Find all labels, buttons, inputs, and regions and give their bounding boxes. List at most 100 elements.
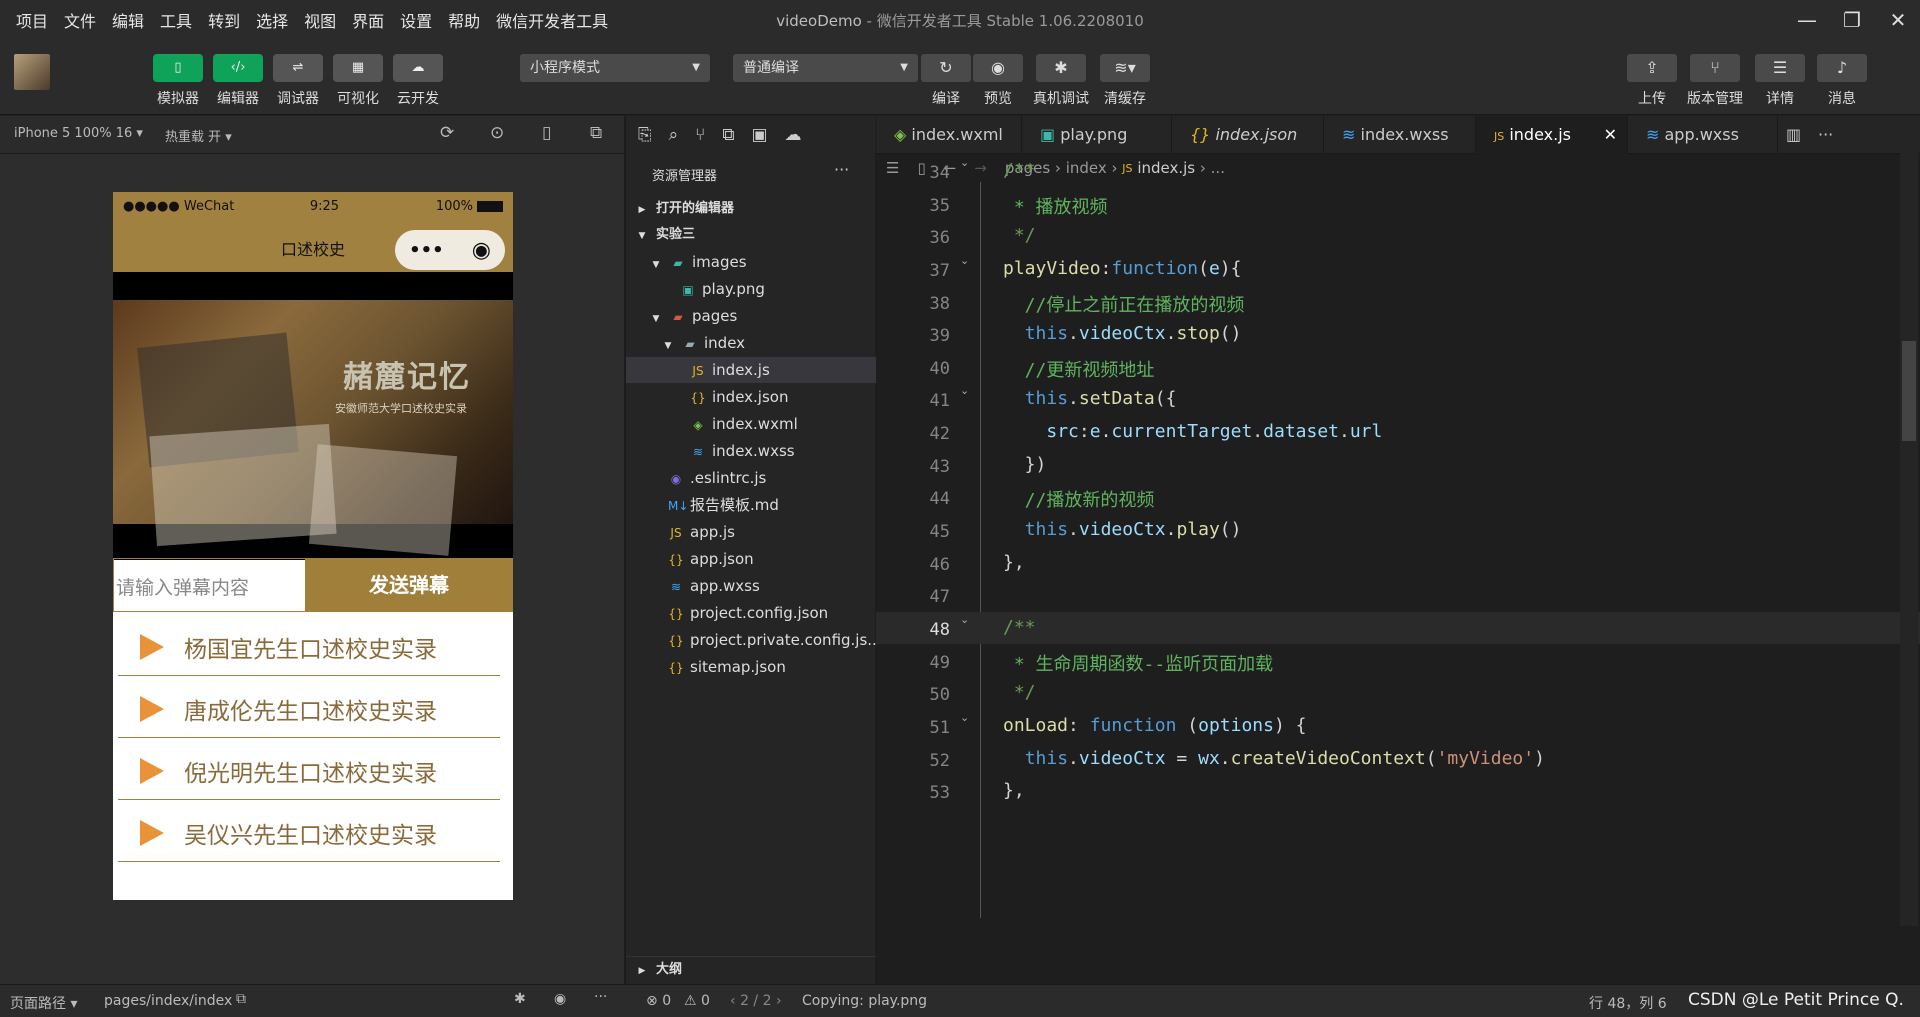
more-dots-icon[interactable]: •••: [409, 240, 444, 261]
forward-icon[interactable]: →: [974, 159, 987, 177]
tree-item-index-wxss[interactable]: ≋ index.wxss: [626, 438, 876, 464]
popout-icon[interactable]: ⧉: [590, 123, 602, 143]
debugger-button[interactable]: ⇌: [273, 54, 323, 82]
rotate-icon[interactable]: ⟳: [440, 123, 454, 143]
menu-select[interactable]: 选择: [256, 8, 288, 32]
project-section[interactable]: ▼ 实验三: [626, 222, 876, 248]
device-icon[interactable]: ▯: [542, 123, 551, 143]
tab-play-png[interactable]: ▣ play.png: [1022, 116, 1172, 154]
breadcrumb-item[interactable]: index.js: [1137, 159, 1195, 177]
tab-index-wxml[interactable]: ◈ index.wxml: [876, 116, 1022, 154]
video-list-item[interactable]: 唐成伦先生口述校史实录: [118, 676, 500, 738]
tab-index-wxss[interactable]: ≋ index.wxss: [1324, 116, 1476, 154]
messages-button[interactable]: ♪: [1817, 54, 1867, 82]
menu-project[interactable]: 项目: [16, 8, 48, 32]
video-list-item[interactable]: 杨国宜先生口述校史实录: [118, 614, 500, 676]
tree-item-index-folder[interactable]: ▼ ▰ index: [626, 330, 876, 356]
tree-item-app-wxss[interactable]: ≋ app.wxss: [626, 573, 876, 599]
fold-chevron-icon[interactable]: ⌄: [960, 254, 969, 267]
tree-item-index-js[interactable]: JS index.js: [626, 357, 876, 383]
more-icon[interactable]: ···: [834, 160, 849, 179]
close-target-icon[interactable]: ◉: [472, 238, 491, 263]
extensions-icon[interactable]: ⧉: [722, 125, 734, 145]
errors-indicator[interactable]: ⊗ 0: [646, 993, 671, 1009]
fold-chevron-icon[interactable]: ⌄: [960, 613, 969, 626]
scrollbar-thumb[interactable]: [1902, 341, 1916, 441]
open-editors-section[interactable]: ▶ 打开的编辑器: [626, 196, 876, 222]
menu-settings[interactable]: 设置: [400, 8, 432, 32]
maximize-icon[interactable]: ❐: [1838, 6, 1866, 34]
tree-item-project-private-config[interactable]: {} project.private.config.js...: [626, 627, 876, 653]
bug-icon[interactable]: ✱: [514, 991, 526, 1007]
video-list-item[interactable]: 吴仪兴先生口述校史实录: [118, 800, 500, 862]
tree-item-images[interactable]: ▼ ▰ images: [626, 249, 876, 275]
docker-icon[interactable]: ☁: [785, 125, 802, 145]
tab-index-json[interactable]: {} index.json: [1172, 116, 1324, 154]
compile-button[interactable]: ↻: [921, 54, 971, 82]
hotreload-toggle[interactable]: 热重载 开 ▾: [165, 126, 232, 145]
tree-item-pages[interactable]: ▼ ▰ pages: [626, 303, 876, 329]
minimize-icon[interactable]: —: [1793, 6, 1821, 34]
menu-interface[interactable]: 界面: [352, 8, 384, 32]
split-editor-icon[interactable]: ▥: [1778, 116, 1810, 154]
preview-button[interactable]: ◉: [973, 54, 1023, 82]
menu-edit[interactable]: 编辑: [112, 8, 144, 32]
tree-item-report-md[interactable]: M↓ 报告模板.md: [626, 492, 876, 518]
tab-app-wxss[interactable]: ≋ app.wxss: [1628, 116, 1778, 154]
close-window-icon[interactable]: ✕: [1884, 6, 1912, 34]
stop-icon[interactable]: ⊙: [490, 123, 504, 143]
video-list-item[interactable]: 倪光明先生口述校史实录: [118, 738, 500, 800]
more-icon[interactable]: ···: [594, 989, 607, 1005]
files-icon[interactable]: ⎘: [638, 125, 652, 145]
menu-goto[interactable]: 转到: [208, 8, 240, 32]
avatar[interactable]: [14, 54, 50, 90]
page-path-select[interactable]: 页面路径 ▾: [10, 993, 77, 1013]
tree-item-play-png[interactable]: ▣ play.png: [626, 276, 876, 302]
cursor-position[interactable]: 行 48，列 6: [1589, 993, 1667, 1013]
upload-button[interactable]: ⇪: [1627, 54, 1677, 82]
device-select[interactable]: iPhone 5 100% 16 ▾: [14, 126, 143, 141]
tree-item-app-json[interactable]: {} app.json: [626, 546, 876, 572]
remote-debug-button[interactable]: ✱: [1036, 54, 1086, 82]
tree-item-project-config[interactable]: {} project.config.json: [626, 600, 876, 626]
visual-button[interactable]: ▦: [333, 54, 383, 82]
clear-cache-button[interactable]: ≋▾: [1100, 54, 1150, 82]
video-player[interactable]: 赭麓记忆 安徽师范大学口述校史实录: [113, 272, 513, 560]
scrollbar[interactable]: [1900, 146, 1918, 926]
menu-help[interactable]: 帮助: [448, 8, 480, 32]
simulator-button[interactable]: ▯: [153, 54, 203, 82]
debug-panel-icon[interactable]: ▣: [751, 125, 767, 145]
breadcrumb-item[interactable]: index: [1066, 159, 1107, 177]
more-icon[interactable]: ···: [1810, 116, 1850, 154]
fold-chevron-icon[interactable]: ⌄: [960, 384, 969, 397]
tab-index-js[interactable]: JS index.js ✕: [1476, 116, 1628, 154]
search-icon[interactable]: ⌕: [669, 125, 679, 145]
menu-view[interactable]: 视图: [304, 8, 336, 32]
editor-button[interactable]: ‹/›: [213, 54, 263, 82]
mode-select[interactable]: 小程序模式 ▼: [520, 54, 710, 82]
outline-section[interactable]: ▶ 大纲: [626, 956, 876, 982]
menu-devtools[interactable]: 微信开发者工具: [496, 8, 608, 32]
eye-icon[interactable]: ◉: [554, 991, 566, 1007]
send-danmu-button[interactable]: 发送弹幕: [305, 558, 513, 612]
capsule-menu[interactable]: ••• ◉: [395, 230, 505, 270]
tree-item-index-json[interactable]: {} index.json: [626, 384, 876, 410]
tree-item-eslintrc[interactable]: ◉ .eslintrc.js: [626, 465, 876, 491]
version-button[interactable]: ⑂: [1690, 54, 1740, 82]
menu-tools[interactable]: 工具: [160, 8, 192, 32]
tree-item-sitemap[interactable]: {} sitemap.json: [626, 654, 876, 680]
tree-item-app-js[interactable]: JS app.js: [626, 519, 876, 545]
details-button[interactable]: ☰: [1755, 54, 1805, 82]
menu-file[interactable]: 文件: [64, 8, 96, 32]
fold-chevron-icon[interactable]: ⌄: [960, 711, 969, 724]
copy-icon[interactable]: ⧉: [236, 991, 246, 1007]
fold-chevron-icon[interactable]: ⌄: [960, 156, 969, 169]
compile-select[interactable]: 普通编译 ▼: [733, 54, 918, 82]
cloud-button[interactable]: ☁: [393, 54, 443, 82]
tree-item-index-wxml[interactable]: ◈ index.wxml: [626, 411, 876, 437]
breadcrumb-item[interactable]: ...: [1211, 159, 1225, 177]
source-control-icon[interactable]: ⑂: [695, 125, 705, 145]
warnings-indicator[interactable]: ⚠ 0: [684, 993, 710, 1009]
close-icon[interactable]: ✕: [1604, 116, 1617, 154]
danmu-input[interactable]: 请输入弹幕内容: [113, 558, 305, 612]
